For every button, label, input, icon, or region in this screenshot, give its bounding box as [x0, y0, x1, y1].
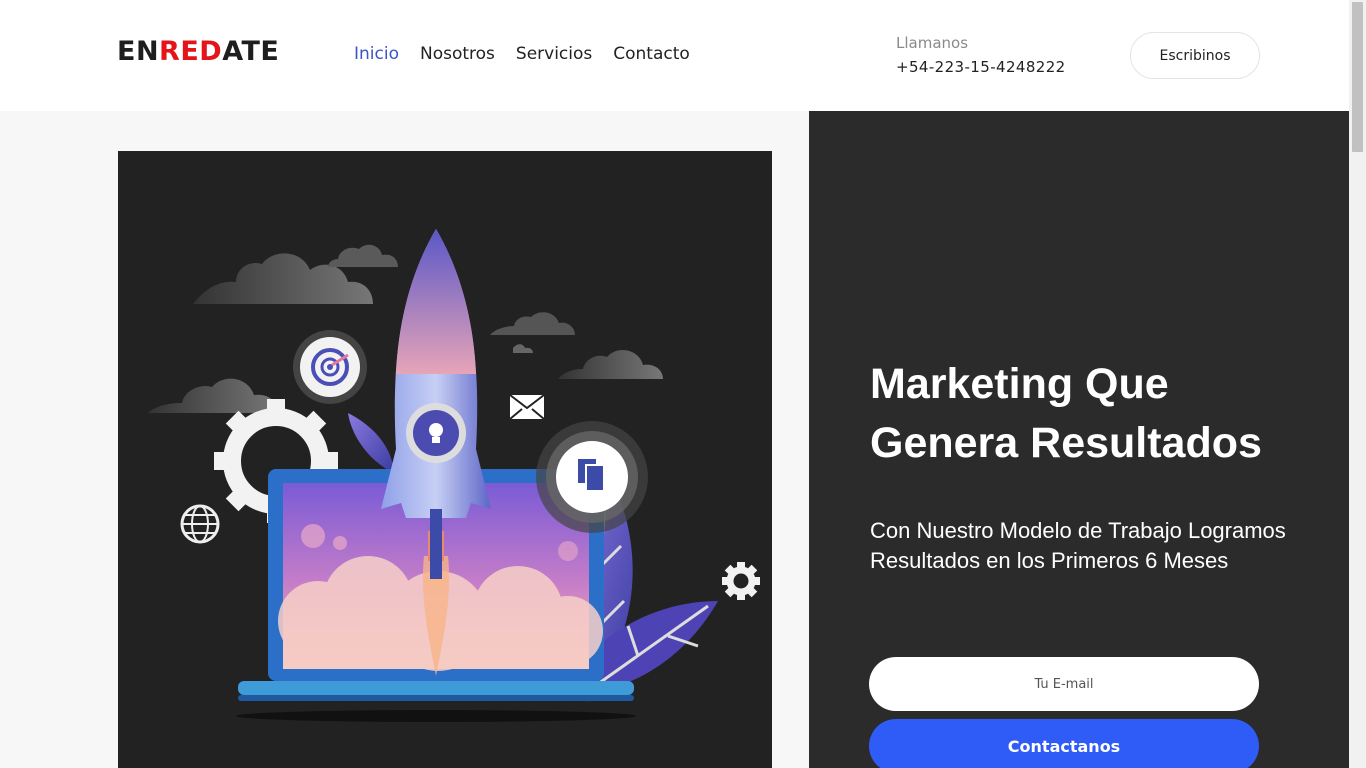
nav-item-inicio[interactable]: Inicio — [354, 44, 399, 64]
globe-icon — [180, 504, 220, 544]
hero-panel: Marketing Que Genera Resultados Con Nues… — [809, 111, 1349, 768]
target-icon — [293, 330, 367, 404]
envelope-icon — [509, 394, 545, 420]
phone-number[interactable]: +54-223-15-4248222 — [896, 58, 1066, 76]
hero-subheadline: Con Nuestro Modelo de Trabajo Logramos R… — [870, 518, 1286, 573]
nav-item-contacto[interactable]: Contacto — [613, 44, 690, 64]
logo-text-ate: ATE — [222, 36, 280, 67]
gear-small-icon — [722, 562, 760, 600]
escribinos-button[interactable]: Escribinos — [1130, 32, 1260, 79]
scrollbar-thumb[interactable] — [1352, 2, 1363, 152]
nav-item-servicios[interactable]: Servicios — [516, 44, 592, 64]
site-header: ENREDATE Inicio Nosotros Servicios Conta… — [0, 0, 1349, 111]
nav-item-nosotros[interactable]: Nosotros — [420, 44, 495, 64]
email-field[interactable] — [869, 657, 1259, 711]
call-info: Llamanos +54-223-15-4248222 — [896, 34, 1066, 76]
logo-text-red: RED — [159, 36, 223, 67]
hero-headline: Marketing Que Genera Resultados — [870, 360, 1262, 467]
contactanos-button[interactable]: Contactanos — [869, 719, 1259, 768]
logo-text-en: EN — [117, 36, 160, 67]
document-icon — [536, 421, 648, 533]
hero-illustration — [118, 151, 772, 768]
main-nav: Inicio Nosotros Servicios Contacto — [354, 44, 690, 64]
logo[interactable]: ENREDATE — [117, 36, 279, 67]
call-label: Llamanos — [896, 34, 969, 52]
rocket-laptop-illustration — [148, 229, 760, 722]
scrollbar[interactable] — [1349, 0, 1366, 768]
